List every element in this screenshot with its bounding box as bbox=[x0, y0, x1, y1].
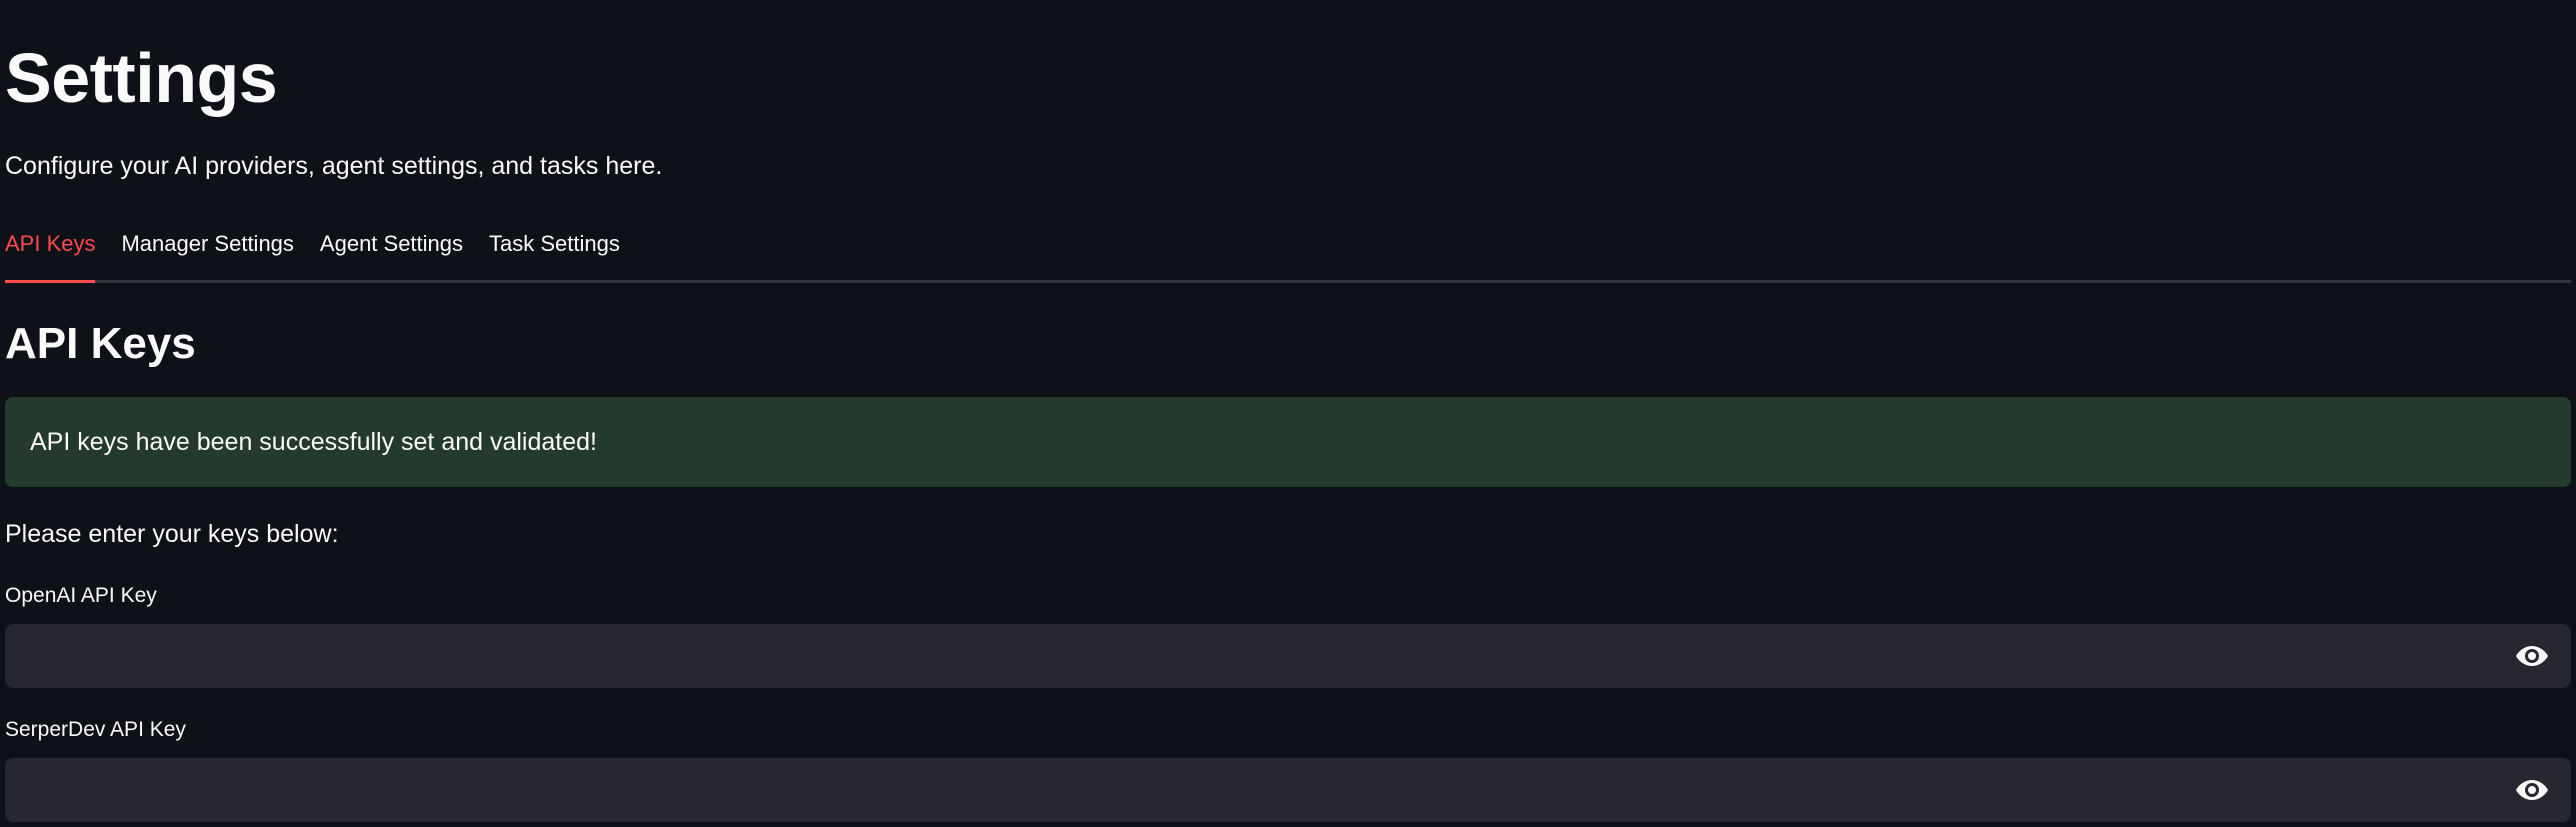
eye-icon[interactable] bbox=[2515, 643, 2549, 669]
success-message: API keys have been successfully set and … bbox=[30, 427, 597, 456]
eye-icon[interactable] bbox=[2515, 777, 2549, 803]
tab-api-keys[interactable]: API Keys bbox=[5, 218, 96, 283]
page-title: Settings bbox=[5, 39, 278, 117]
success-alert: API keys have been successfully set and … bbox=[5, 397, 2571, 487]
keys-prompt: Please enter your keys below: bbox=[5, 520, 339, 548]
tab-task-settings[interactable]: Task Settings bbox=[489, 218, 620, 280]
tab-bar: API Keys Manager Settings Agent Settings… bbox=[5, 218, 2571, 283]
serperdev-key-label: SerperDev API Key bbox=[5, 718, 186, 741]
openai-key-label: OpenAI API Key bbox=[5, 584, 157, 607]
serperdev-key-input[interactable] bbox=[5, 758, 2485, 822]
openai-key-field bbox=[5, 624, 2571, 688]
section-title: API Keys bbox=[5, 319, 196, 368]
tab-manager-settings[interactable]: Manager Settings bbox=[121, 218, 293, 280]
tab-agent-settings[interactable]: Agent Settings bbox=[320, 218, 463, 280]
serperdev-key-field bbox=[5, 758, 2571, 822]
openai-key-input[interactable] bbox=[5, 624, 2485, 688]
page-subtitle: Configure your AI providers, agent setti… bbox=[5, 152, 663, 180]
